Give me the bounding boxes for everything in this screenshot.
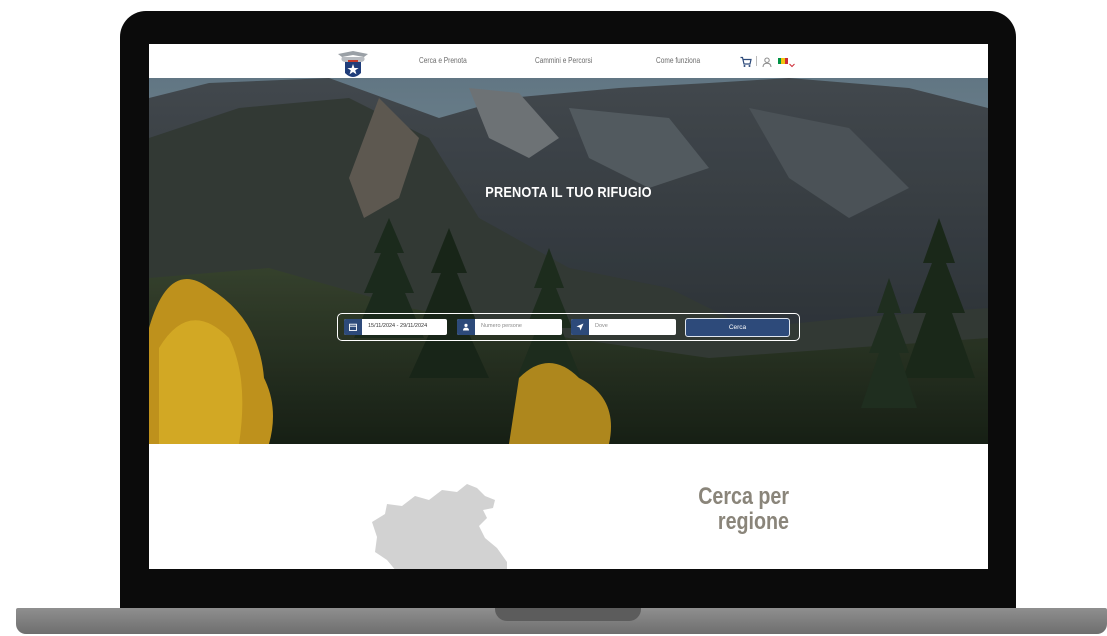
nav-link-cerca-prenota[interactable]: Cerca e Prenota [419, 56, 467, 65]
search-button[interactable]: Cerca [685, 318, 790, 337]
cart-icon[interactable] [740, 55, 752, 67]
user-icon[interactable] [762, 55, 772, 68]
mountain-landscape-image [149, 78, 988, 444]
nav-link-come-funziona[interactable]: Come funziona [656, 56, 700, 65]
hero-title: PRENOTA IL TUO RIFUGIO [485, 184, 652, 201]
where-placeholder: Dove [595, 323, 608, 329]
region-section: Cerca per regione [149, 444, 988, 569]
top-navbar: Cerca e Prenota Cammini e Percorsi Come … [149, 44, 988, 78]
where-field[interactable]: Dove [571, 319, 676, 335]
people-placeholder: Numero persone [481, 323, 522, 329]
nav-divider [756, 56, 757, 66]
region-section-title: Cerca per regione [691, 484, 789, 534]
booking-search-form: 15/11/2024 - 29/11/2024 Numero persone D… [337, 313, 800, 341]
cai-logo-icon[interactable] [336, 48, 370, 84]
website-screen: Cerca e Prenota Cammini e Percorsi Come … [149, 44, 988, 569]
laptop-notch [495, 608, 641, 621]
people-field[interactable]: Numero persone [457, 319, 562, 335]
region-title-line1: Cerca per [698, 483, 789, 510]
dates-field[interactable]: 15/11/2024 - 29/11/2024 [344, 319, 447, 335]
calendar-icon [344, 319, 362, 335]
person-icon [457, 319, 475, 335]
italy-flag-icon[interactable] [778, 58, 788, 64]
chevron-down-icon[interactable] [788, 56, 796, 68]
dates-value: 15/11/2024 - 29/11/2024 [368, 323, 428, 329]
location-arrow-icon [571, 319, 589, 335]
region-title-line2: regione [717, 508, 789, 535]
italy-map-image[interactable] [357, 482, 512, 569]
nav-link-cammini-percorsi[interactable]: Cammini e Percorsi [535, 56, 592, 65]
hero-banner: PRENOTA IL TUO RIFUGIO 15/11/2024 - 29/1… [149, 78, 988, 444]
